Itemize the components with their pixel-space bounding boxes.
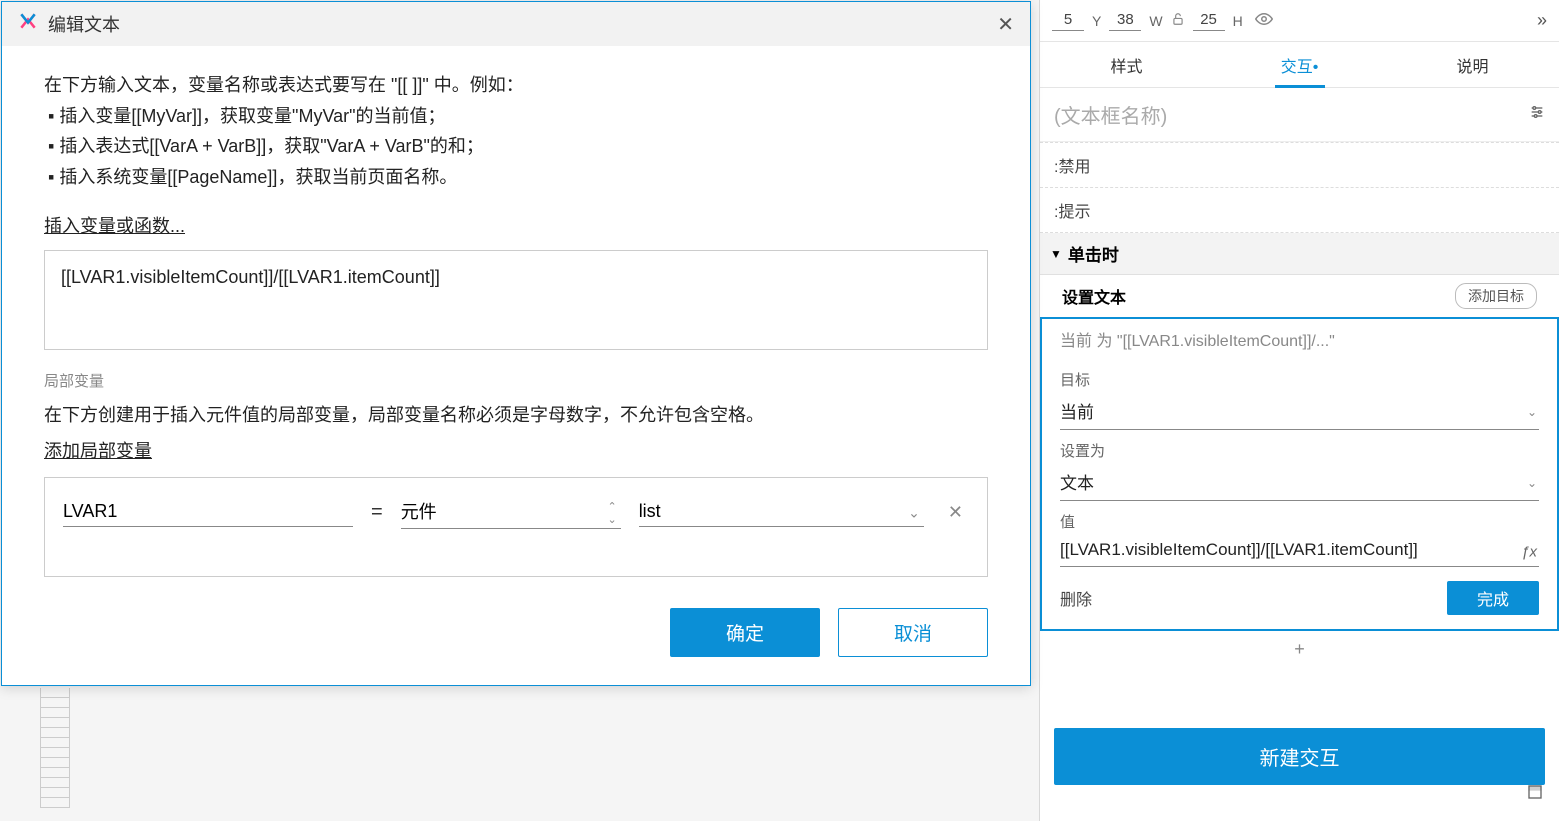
edit-text-dialog: 编辑文本 ✕ 在下方输入文本，变量名称或表达式要写在 "[[ ]]" 中。例如：…	[1, 1, 1031, 686]
tab-style[interactable]: 样式	[1040, 43, 1213, 87]
h-label: H	[1233, 13, 1243, 29]
settings-icon[interactable]	[1529, 104, 1545, 125]
ruler-vertical	[40, 688, 70, 808]
lock-icon[interactable]	[1171, 12, 1185, 30]
instructions-text: 在下方输入文本，变量名称或表达式要写在 "[[ ]]" 中。例如： ▪ 插入变量…	[44, 70, 988, 192]
target-select[interactable]: 当前	[1060, 394, 1539, 430]
event-header-click[interactable]: ▼ 单击时	[1040, 233, 1559, 275]
var-target-select[interactable]: list	[639, 499, 924, 527]
delete-action-button[interactable]: 删除	[1060, 586, 1092, 610]
y-label: Y	[1092, 13, 1101, 29]
insert-var-fn-link[interactable]: 插入变量或函数...	[44, 212, 988, 238]
expression-textarea[interactable]: [[LVAR1.visibleItemCount]]/[[LVAR1.itemC…	[44, 250, 988, 350]
w-label: W	[1149, 13, 1162, 29]
delete-var-icon[interactable]: ✕	[942, 502, 969, 523]
event-name: 单击时	[1068, 241, 1119, 266]
fx-icon[interactable]: ƒx	[1521, 543, 1537, 560]
action-editor: 当前 为 "[[LVAR1.visibleItemCount]]/..." 目标…	[1040, 317, 1559, 631]
local-var-header: 局部变量	[44, 370, 988, 391]
dialog-title: 编辑文本	[48, 11, 120, 37]
widget-name-input[interactable]: (文本框名称)	[1054, 100, 1529, 129]
local-var-description: 在下方创建用于插入元件值的局部变量，局部变量名称必须是字母数字，不允许包含空格。	[44, 401, 988, 427]
cancel-button[interactable]: 取消	[838, 608, 988, 657]
done-button[interactable]: 完成	[1447, 581, 1539, 615]
close-icon[interactable]: ✕	[997, 12, 1014, 37]
inspector-panel: 5 Y 38 W 25 H » 样式 交互• 说明 (文本框名称) :禁用 :提…	[1039, 0, 1559, 821]
state-hint[interactable]: :提示	[1040, 188, 1559, 233]
equals-sign: =	[371, 501, 383, 524]
collapse-icon[interactable]: ▼	[1050, 247, 1062, 261]
chevron-icon: ⌄	[1527, 476, 1537, 490]
tab-interact[interactable]: 交互•	[1213, 43, 1386, 87]
local-var-table: = 元件 ⌃⌄ list ⌄ ✕	[44, 477, 988, 577]
dialog-footer: 确定 取消	[2, 590, 1030, 685]
setto-select[interactable]: 文本	[1060, 465, 1539, 501]
action-name: 设置文本	[1062, 284, 1126, 308]
add-target-button[interactable]: 添加目标	[1455, 283, 1537, 309]
more-icon[interactable]: »	[1537, 10, 1547, 31]
ok-button[interactable]: 确定	[670, 608, 820, 657]
w-value[interactable]: 25	[1193, 11, 1225, 31]
chevron-down-icon: ⌄	[908, 504, 920, 521]
expand-panel-icon[interactable]	[1527, 784, 1543, 805]
new-interaction-button[interactable]: 新建交互	[1054, 728, 1545, 785]
tab-notes[interactable]: 说明	[1386, 43, 1559, 87]
y-value[interactable]: 38	[1109, 11, 1141, 31]
var-name-input[interactable]	[63, 499, 353, 527]
add-local-var-link[interactable]: 添加局部变量	[44, 437, 988, 463]
chevron-icon: ⌄	[1527, 405, 1537, 419]
add-action-button[interactable]: +	[1040, 631, 1559, 668]
chevron-icon: ⌃⌄	[607, 500, 616, 526]
action-description: 当前 为 "[[LVAR1.visibleItemCount]]/..."	[1042, 319, 1557, 359]
value-input[interactable]: [[LVAR1.visibleItemCount]]/[[LVAR1.itemC…	[1060, 536, 1539, 567]
local-var-row: = 元件 ⌃⌄ list ⌄ ✕	[63, 496, 969, 529]
target-label: 目标	[1060, 369, 1539, 390]
x-value-partial[interactable]: 5	[1052, 11, 1084, 31]
state-disabled[interactable]: :禁用	[1040, 142, 1559, 188]
value-label: 值	[1060, 511, 1539, 532]
widget-name-row: (文本框名称)	[1040, 88, 1559, 142]
inspector-tabs: 样式 交互• 说明	[1040, 42, 1559, 88]
app-logo-icon	[18, 11, 38, 37]
visibility-icon[interactable]	[1255, 10, 1273, 32]
action-row: 设置文本 添加目标	[1040, 275, 1559, 317]
position-toolbar: 5 Y 38 W 25 H »	[1040, 0, 1559, 42]
var-type-select[interactable]: 元件	[401, 496, 621, 529]
dialog-header: 编辑文本 ✕	[2, 2, 1030, 46]
setto-label: 设置为	[1060, 440, 1539, 461]
